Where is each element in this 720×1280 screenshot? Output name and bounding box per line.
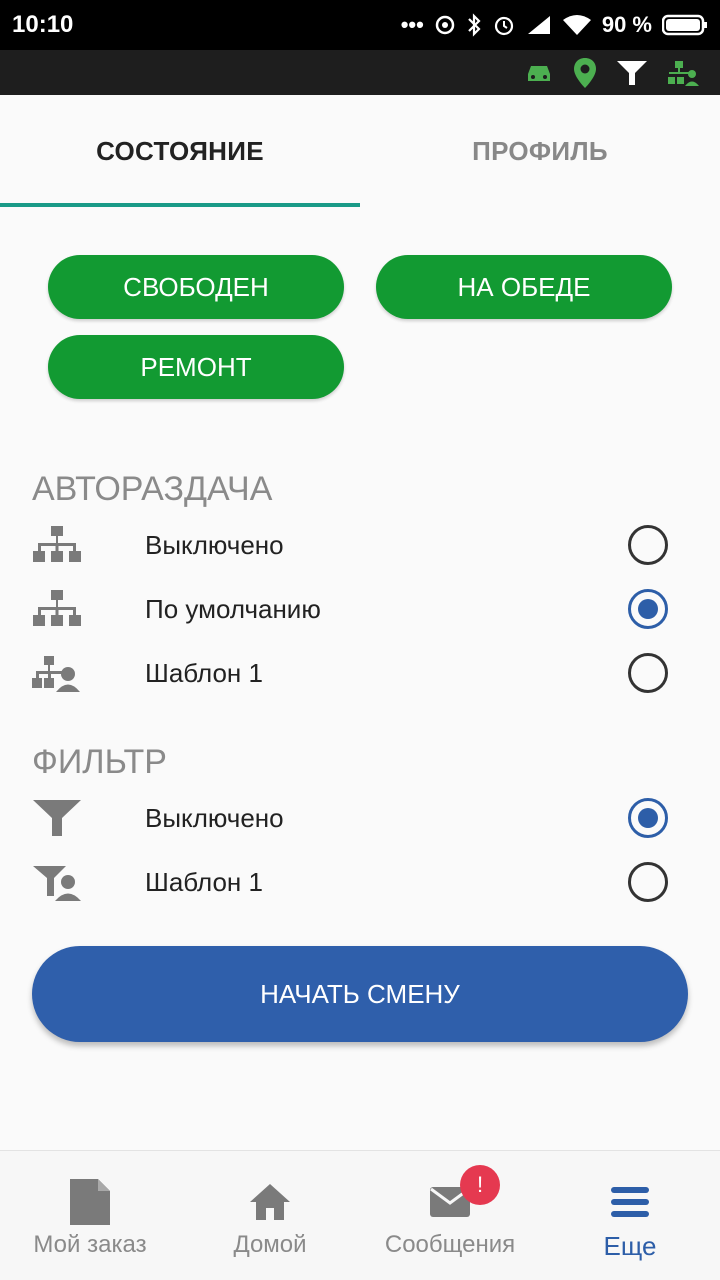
menu-icon xyxy=(605,1177,655,1227)
home-icon xyxy=(245,1177,295,1227)
status-bar: 10:10 ••• 90 % xyxy=(0,0,720,50)
nav-my-order[interactable]: Мой заказ xyxy=(0,1151,180,1280)
signal-icon xyxy=(527,16,550,34)
radio-autodistribution-off[interactable] xyxy=(628,525,668,565)
radio-autodistribution-template1[interactable] xyxy=(628,653,668,693)
bottom-navigation: Мой заказ Домой ! Сообщения Еще xyxy=(0,1150,720,1280)
start-shift-button[interactable]: НАЧАТЬ СМЕНУ xyxy=(32,946,688,1042)
tab-state[interactable]: СОСТОЯНИЕ xyxy=(0,95,360,207)
option-label: Выключено xyxy=(145,802,284,833)
document-icon xyxy=(65,1177,115,1227)
autodistribution-option-default[interactable]: По умолчанию xyxy=(0,577,720,641)
nav-more[interactable]: Еще xyxy=(540,1151,720,1280)
battery-percent: 90 % xyxy=(601,12,652,37)
status-lunch-button[interactable]: НА ОБЕДЕ xyxy=(376,255,672,319)
option-label: Выключено xyxy=(145,529,284,560)
option-label: Шаблон 1 xyxy=(145,866,263,897)
hierarchy-user-icon xyxy=(32,653,82,693)
filter-user-icon xyxy=(32,862,82,902)
nav-home[interactable]: Домой xyxy=(180,1151,360,1280)
notification-badge: ! xyxy=(460,1165,500,1205)
filter-option-off[interactable]: Выключено xyxy=(0,786,720,850)
status-time: 10:10 xyxy=(12,11,74,38)
status-icons: ••• 90 % xyxy=(401,12,708,38)
car-icon[interactable] xyxy=(524,60,554,86)
nav-label: Домой xyxy=(233,1231,307,1258)
filter-icon[interactable] xyxy=(616,59,648,87)
option-label: Шаблон 1 xyxy=(145,657,263,688)
hierarchy-icon xyxy=(32,525,82,565)
nav-messages[interactable]: ! Сообщения xyxy=(360,1151,540,1280)
nav-label: Мой заказ xyxy=(33,1231,147,1258)
battery-icon xyxy=(662,14,707,36)
wifi-icon xyxy=(562,15,591,35)
more-dots-icon: ••• xyxy=(400,12,424,37)
tab-bar: СОСТОЯНИЕ ПРОФИЛЬ xyxy=(0,95,720,207)
autodistribution-option-template1[interactable]: Шаблон 1 xyxy=(0,641,720,705)
radio-filter-template1[interactable] xyxy=(628,862,668,902)
status-repair-button[interactable]: РЕМОНТ xyxy=(48,335,344,399)
nav-label: Еще xyxy=(603,1231,657,1261)
filter-title: ФИЛЬТР xyxy=(32,743,167,781)
filter-option-template1[interactable]: Шаблон 1 xyxy=(0,850,720,914)
hierarchy-icon xyxy=(32,589,82,629)
hierarchy-user-icon[interactable] xyxy=(666,59,700,87)
toolbar xyxy=(0,50,720,95)
radio-filter-off[interactable] xyxy=(628,798,668,838)
filter-icon xyxy=(32,798,82,838)
option-label: По умолчанию xyxy=(145,593,321,624)
radio-autodistribution-default[interactable] xyxy=(628,589,668,629)
status-free-button[interactable]: СВОБОДЕН xyxy=(48,255,344,319)
hotspot-icon xyxy=(435,15,455,35)
location-pin-icon[interactable] xyxy=(572,57,598,89)
tab-profile[interactable]: ПРОФИЛЬ xyxy=(360,95,720,207)
alarm-icon xyxy=(494,16,513,36)
bluetooth-icon xyxy=(468,13,481,37)
nav-label: Сообщения xyxy=(384,1231,516,1258)
autodistribution-option-off[interactable]: Выключено xyxy=(0,513,720,577)
autodistribution-title: АВТОРАЗДАЧА xyxy=(32,470,273,508)
